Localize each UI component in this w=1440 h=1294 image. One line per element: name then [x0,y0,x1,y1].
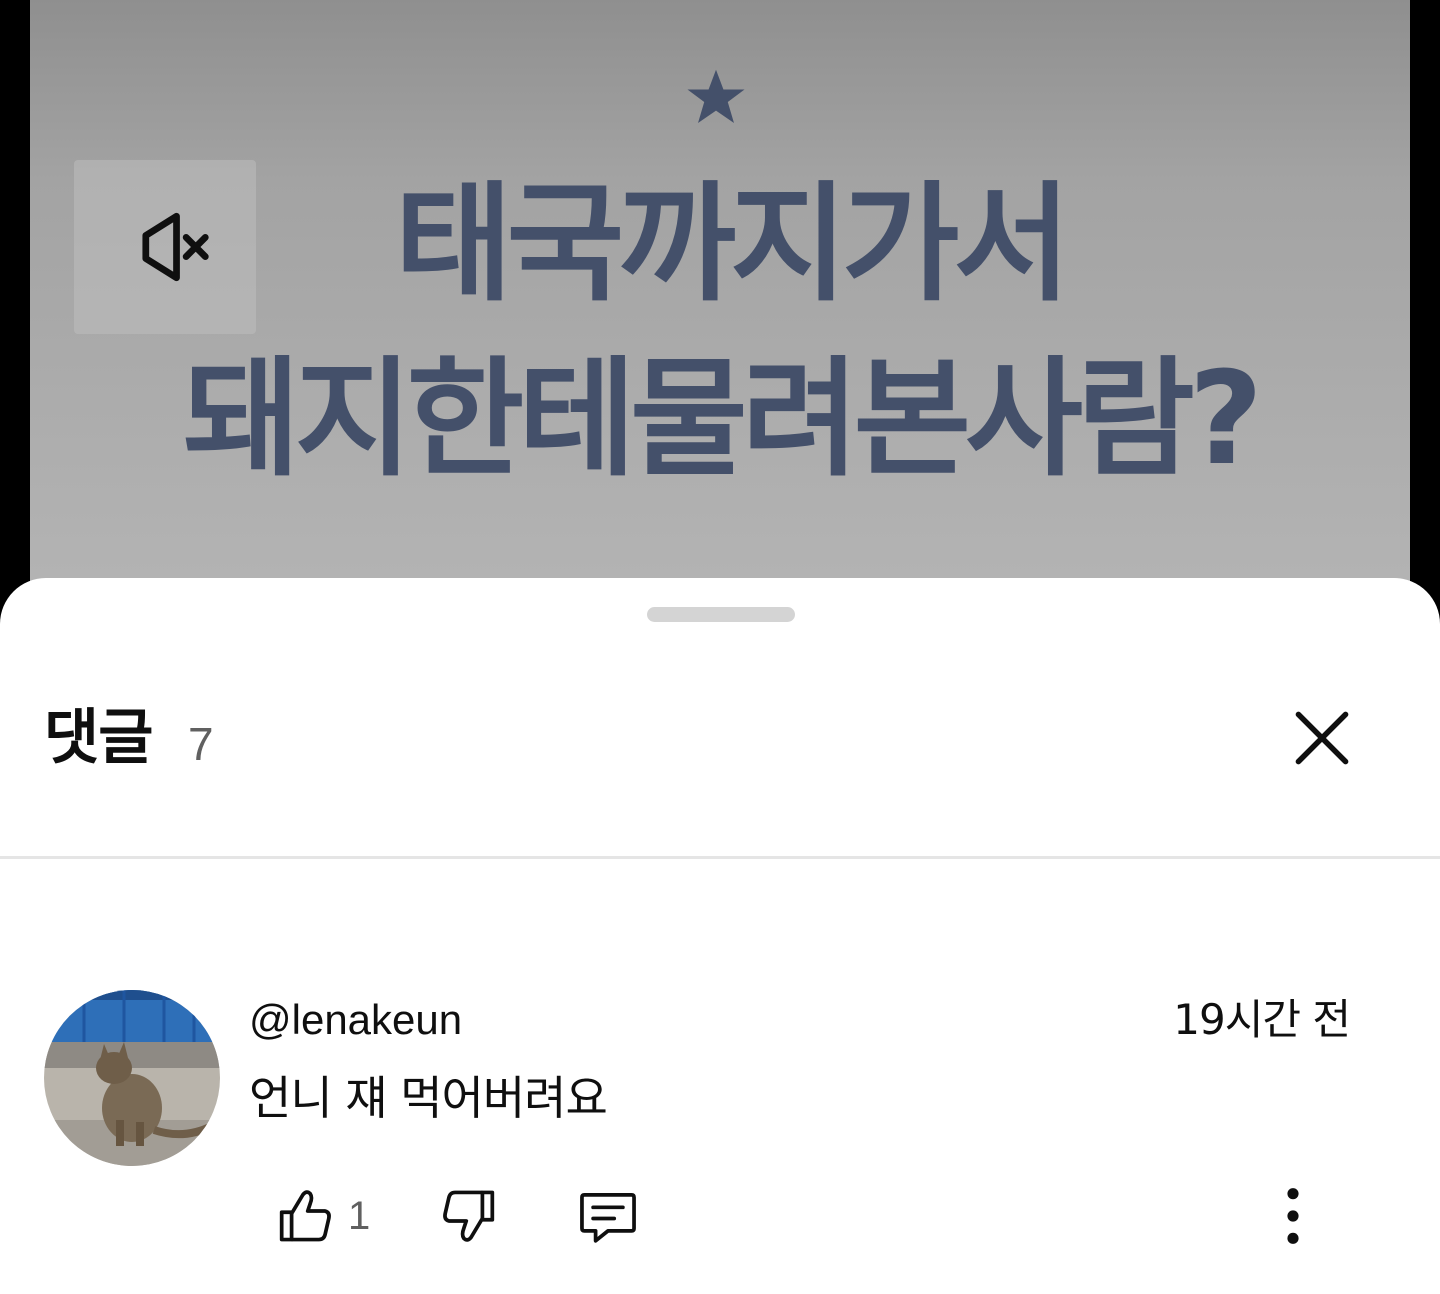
thumbs-down-icon [443,1190,495,1242]
volume-muted-icon [142,212,209,282]
like-button[interactable] [272,1176,336,1256]
comments-count: 7 [188,718,214,770]
more-vert-icon [1287,1188,1299,1244]
thumbs-up-icon [279,1190,331,1242]
comment-text: 언니 쟤 먹어버려요 [249,1071,608,1125]
comments-title: 댓글 [44,703,153,773]
app-screen: 태국까지가서 돼지한테물려본사람? 댓글 7 @lenakeun 19시간 전 … [0,0,1440,1294]
star-icon [687,69,745,124]
close-icon [1295,711,1349,765]
comment-timestamp: 19시간 전 [1173,995,1351,1044]
header-divider [0,856,1440,859]
comment-author[interactable]: @lenakeun [249,992,462,1048]
sheet-drag-handle[interactable] [647,607,795,622]
comment-actions: 1 [0,1176,1440,1256]
comments-sheet: 댓글 7 @lenakeun 19시간 전 언니 쟤 먹어버려요 1 [0,578,1440,1294]
cat-photo-avatar [44,990,220,1166]
video-overlay-title-line2: 돼지한테물려본사람? [182,345,1263,494]
comment-item: @lenakeun 19시간 전 언니 쟤 먹어버려요 1 [0,990,1440,1280]
more-options-button[interactable] [1262,1176,1324,1256]
comments-header: 댓글 7 [0,698,1440,778]
reply-button[interactable] [576,1176,640,1256]
close-button[interactable] [1282,698,1362,778]
avatar[interactable] [44,990,220,1166]
video-player[interactable]: 태국까지가서 돼지한테물려본사람? [30,0,1410,600]
reply-icon [580,1193,636,1243]
dislike-button[interactable] [438,1176,502,1256]
mute-button[interactable] [74,160,256,334]
like-count: 1 [348,1194,371,1238]
